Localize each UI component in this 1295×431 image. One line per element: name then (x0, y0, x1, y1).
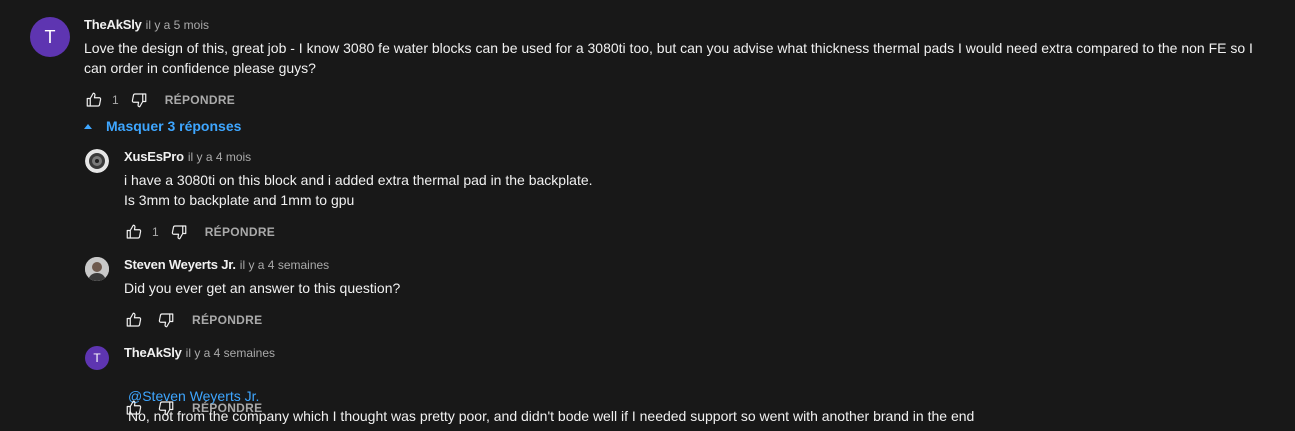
dislike-button[interactable] (129, 90, 149, 110)
reply-button[interactable]: RÉPONDRE (165, 93, 235, 107)
thumbs-up-icon (126, 224, 142, 239)
author-name[interactable]: TheAkSly (84, 17, 142, 32)
avatar-image-icon (85, 149, 109, 173)
thumbs-up-icon (126, 400, 142, 415)
avatar[interactable]: T (30, 17, 70, 57)
avatar[interactable] (85, 149, 109, 173)
author-name[interactable]: Steven Weyerts Jr. (124, 257, 236, 272)
thumbs-up-icon (126, 312, 142, 327)
comment-header: XusEsPro il y a 4 mois (124, 148, 251, 166)
dislike-button[interactable] (156, 310, 176, 330)
avatar-letter: T (44, 26, 56, 47)
thumbs-down-icon (158, 401, 174, 416)
dislike-button[interactable] (169, 222, 189, 242)
comment-header: Steven Weyerts Jr. il y a 4 semaines (124, 256, 329, 274)
reply-button[interactable]: RÉPONDRE (192, 313, 262, 327)
comment-text: Love the design of this, great job - I k… (84, 40, 1253, 76)
thumbs-down-icon (158, 313, 174, 328)
comment-actions: RÉPONDRE (124, 396, 262, 420)
comment-time[interactable]: il y a 5 mois (146, 18, 209, 32)
comment-time[interactable]: il y a 4 mois (188, 150, 251, 164)
like-button[interactable] (84, 90, 104, 110)
reply-button[interactable]: RÉPONDRE (205, 225, 275, 239)
thumbs-down-icon (171, 225, 187, 240)
comment-header: TheAkSly il y a 5 mois (84, 16, 209, 34)
comment-time[interactable]: il y a 4 semaines (240, 258, 329, 272)
comment-text-row: @Steven Weyerts Jr. No, not from the com… (128, 366, 1248, 426)
avatar-letter: T (93, 351, 101, 365)
comment-text: Did you ever get an answer to this quest… (124, 280, 401, 296)
like-count: 1 (152, 225, 159, 239)
comment-actions: 1 RÉPONDRE (124, 220, 275, 244)
like-button[interactable] (124, 398, 144, 418)
dislike-button[interactable] (156, 398, 176, 418)
thumbs-up-icon (86, 92, 102, 107)
comment-text: i have a 3080ti on this block and i adde… (124, 172, 593, 208)
like-button[interactable] (124, 222, 144, 242)
caret-up-icon (84, 123, 92, 129)
author-name[interactable]: TheAkSly (124, 345, 182, 360)
like-count: 1 (112, 93, 119, 107)
comment-header: TheAkSly il y a 4 semaines (124, 344, 275, 362)
comment-time[interactable]: il y a 4 semaines (186, 346, 275, 360)
comment-actions: RÉPONDRE (124, 308, 262, 332)
hide-replies-button[interactable]: Masquer 3 réponses (84, 118, 241, 134)
thumbs-down-icon (131, 93, 147, 108)
comments-section: T TheAkSly il y a 5 mois Love the design … (0, 0, 1295, 431)
avatar[interactable] (85, 257, 109, 281)
like-button[interactable] (124, 310, 144, 330)
comment-actions: 1 RÉPONDRE (84, 88, 235, 112)
avatar[interactable]: T (85, 346, 109, 370)
author-name[interactable]: XusEsPro (124, 149, 184, 164)
avatar-photo-icon (85, 257, 109, 281)
reply-button[interactable]: RÉPONDRE (192, 401, 262, 415)
hide-replies-label: Masquer 3 réponses (106, 118, 242, 134)
